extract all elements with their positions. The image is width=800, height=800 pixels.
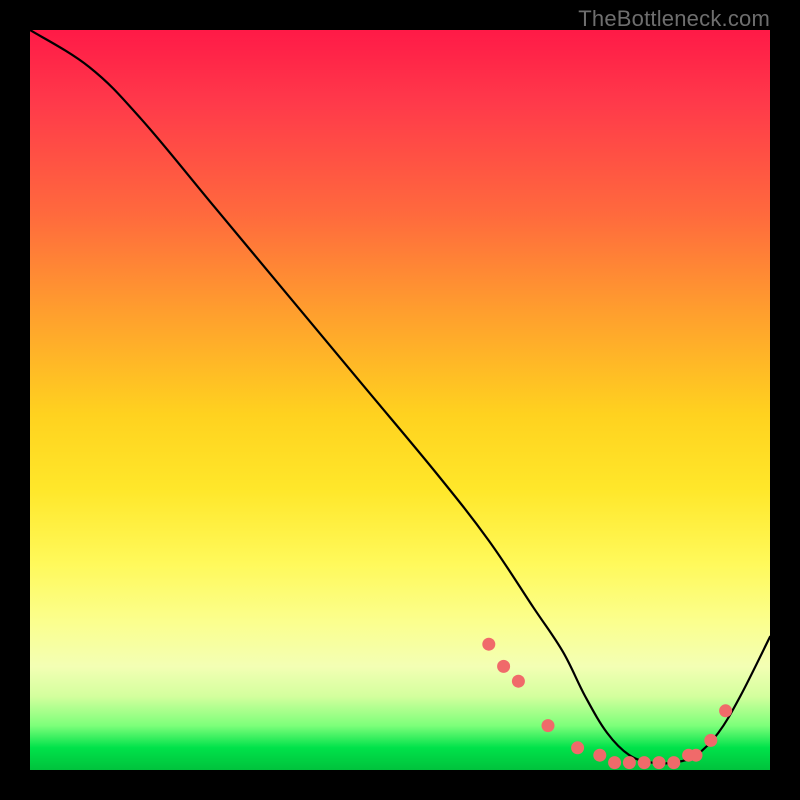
- curve-svg: [30, 30, 770, 770]
- highlighted-point: [653, 756, 666, 769]
- bottleneck-curve-path: [30, 30, 770, 764]
- highlighted-point: [667, 756, 680, 769]
- highlighted-point: [497, 660, 510, 673]
- highlighted-points-group: [482, 638, 732, 769]
- plot-area: [30, 30, 770, 770]
- highlighted-point: [542, 719, 555, 732]
- chart-frame: TheBottleneck.com: [0, 0, 800, 800]
- highlighted-point: [623, 756, 636, 769]
- highlighted-point: [704, 734, 717, 747]
- highlighted-point: [690, 749, 703, 762]
- highlighted-point: [482, 638, 495, 651]
- highlighted-point: [593, 749, 606, 762]
- highlighted-point: [719, 704, 732, 717]
- highlighted-point: [608, 756, 621, 769]
- highlighted-point: [638, 756, 651, 769]
- highlighted-point: [512, 675, 525, 688]
- watermark-label: TheBottleneck.com: [578, 6, 770, 32]
- highlighted-point: [571, 741, 584, 754]
